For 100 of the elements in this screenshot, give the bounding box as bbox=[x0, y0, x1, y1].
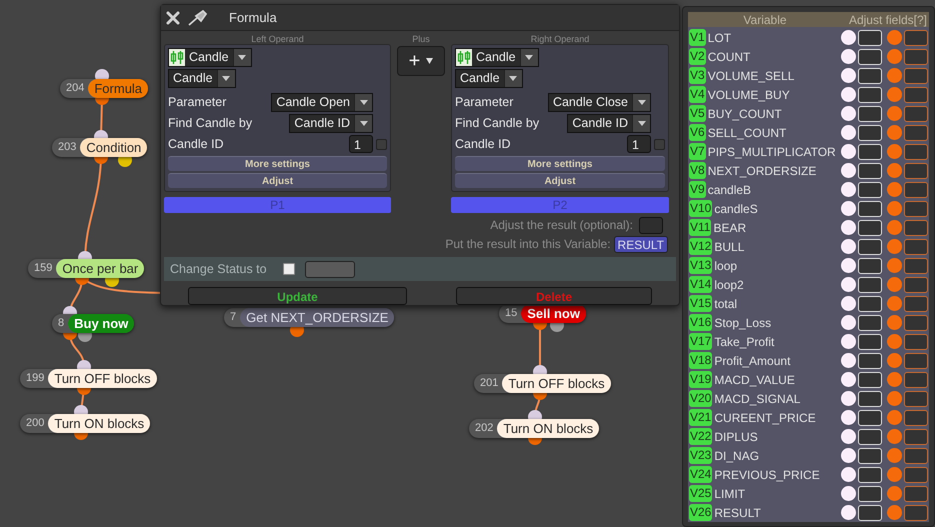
variable-name[interactable]: VOLUME_SELL bbox=[708, 66, 839, 84]
adjust-field[interactable] bbox=[904, 162, 928, 178]
adjust-field[interactable] bbox=[904, 504, 928, 520]
adjust-field[interactable] bbox=[904, 68, 928, 84]
variable-tag[interactable]: V24 bbox=[689, 466, 712, 483]
adjust-field[interactable] bbox=[904, 200, 928, 216]
variable-tag[interactable]: V5 bbox=[689, 105, 706, 122]
status-field[interactable] bbox=[304, 260, 355, 278]
node-label[interactable]: Condition bbox=[80, 138, 148, 157]
close-icon[interactable] bbox=[165, 10, 181, 26]
node-label[interactable]: Turn OFF blocks bbox=[502, 374, 611, 393]
variable-tag[interactable]: V16 bbox=[689, 314, 712, 331]
variable-tag[interactable]: V26 bbox=[689, 504, 712, 521]
result-variable-field[interactable]: RESULT bbox=[614, 236, 668, 252]
adjust-button[interactable]: Adjust bbox=[455, 172, 665, 188]
checkbox[interactable] bbox=[376, 138, 387, 150]
node-label[interactable]: Buy now bbox=[68, 314, 134, 333]
adjust-button[interactable]: Adjust bbox=[168, 172, 387, 188]
parameter-dropdown[interactable]: Candle Close bbox=[548, 93, 651, 112]
find-by-dropdown[interactable]: Candle ID bbox=[289, 114, 373, 133]
adjust-field[interactable] bbox=[904, 390, 928, 406]
node-label[interactable]: Get NEXT_ORDERSIZE bbox=[240, 308, 394, 327]
node-label[interactable]: Turn OFF blocks bbox=[48, 369, 157, 388]
variable-tag[interactable]: V1 bbox=[689, 29, 706, 46]
adjust-field[interactable] bbox=[904, 106, 928, 122]
node-label[interactable]: Turn ON blocks bbox=[48, 414, 150, 433]
type-dropdown[interactable]: Candle bbox=[455, 69, 523, 88]
variable-name[interactable]: Profit_Amount bbox=[714, 352, 839, 370]
variable-name[interactable]: CUREENT_PRICE bbox=[714, 408, 839, 426]
adjust-field[interactable] bbox=[904, 182, 928, 198]
more-settings-button[interactable]: More settings bbox=[168, 156, 387, 171]
checkbox[interactable] bbox=[282, 263, 295, 275]
variable-tag[interactable]: V12 bbox=[689, 238, 712, 255]
variable-tag[interactable]: V2 bbox=[689, 48, 706, 65]
variable-name[interactable]: RESULT bbox=[714, 504, 839, 522]
candle-id-field[interactable]: 1 bbox=[349, 135, 373, 154]
adjust-field[interactable] bbox=[904, 258, 928, 274]
variable-tag[interactable]: V6 bbox=[689, 124, 706, 141]
variable-tag[interactable]: V10 bbox=[689, 200, 712, 217]
variable-name[interactable]: PIPS_MULTIPLICATOR bbox=[708, 142, 839, 160]
adjust-field[interactable] bbox=[904, 428, 928, 444]
variable-name[interactable]: Take_Profit bbox=[714, 332, 839, 350]
adjust-field[interactable] bbox=[904, 124, 928, 140]
variable-tag[interactable]: V9 bbox=[689, 181, 706, 198]
variable-name[interactable]: BEAR bbox=[713, 218, 839, 236]
variable-tag[interactable]: V18 bbox=[689, 352, 712, 369]
variable-tag[interactable]: V23 bbox=[689, 447, 712, 464]
variable-name[interactable]: total bbox=[714, 294, 839, 312]
variable-name[interactable]: LIMIT bbox=[714, 484, 839, 502]
adjust-field[interactable] bbox=[904, 372, 928, 388]
find-by-dropdown[interactable]: Candle ID bbox=[567, 114, 651, 133]
variable-name[interactable]: loop bbox=[714, 256, 839, 274]
adjust-field[interactable] bbox=[904, 86, 928, 102]
variable-name[interactable]: loop2 bbox=[714, 276, 839, 294]
node-label[interactable]: Once per bar bbox=[56, 259, 144, 278]
variable-name[interactable]: candleB bbox=[708, 180, 839, 198]
variable-tag[interactable]: V8 bbox=[689, 162, 706, 179]
adjust-field[interactable] bbox=[904, 220, 928, 236]
source-dropdown[interactable]: Candle bbox=[455, 48, 539, 67]
adjust-result-field[interactable] bbox=[639, 216, 663, 234]
variable-tag[interactable]: V21 bbox=[689, 409, 712, 426]
adjust-field[interactable] bbox=[904, 296, 928, 312]
variable-tag[interactable]: V3 bbox=[689, 67, 706, 84]
variable-name[interactable]: DI_NAG bbox=[714, 446, 839, 464]
variable-name[interactable]: LOT bbox=[708, 28, 839, 46]
node-label[interactable]: Turn ON blocks bbox=[497, 419, 600, 438]
adjust-field[interactable] bbox=[904, 466, 928, 482]
variable-name[interactable]: SELL_COUNT bbox=[708, 124, 839, 142]
adjust-field[interactable] bbox=[904, 30, 928, 46]
adjust-field[interactable] bbox=[904, 410, 928, 426]
more-settings-button[interactable]: More settings bbox=[455, 156, 665, 171]
variable-name[interactable]: BULL bbox=[714, 238, 839, 256]
variable-name[interactable]: NEXT_ORDERSIZE bbox=[708, 162, 839, 180]
adjust-field[interactable] bbox=[904, 334, 928, 350]
adjust-field[interactable] bbox=[904, 48, 928, 64]
variable-tag[interactable]: V19 bbox=[689, 371, 712, 388]
variable-name[interactable]: VOLUME_BUY bbox=[708, 86, 839, 104]
variable-tag[interactable]: V11 bbox=[689, 219, 712, 236]
adjust-field[interactable] bbox=[904, 314, 928, 330]
pin-icon[interactable] bbox=[187, 10, 209, 26]
variable-tag[interactable]: V15 bbox=[689, 295, 712, 312]
adjust-field[interactable] bbox=[904, 276, 928, 292]
source-dropdown[interactable]: Candle bbox=[168, 48, 252, 67]
variable-tag[interactable]: V7 bbox=[689, 143, 706, 160]
operator-dropdown[interactable]: + bbox=[397, 46, 445, 76]
variable-tag[interactable]: V22 bbox=[689, 428, 712, 445]
adjust-field[interactable] bbox=[904, 486, 928, 502]
candle-id-field[interactable]: 1 bbox=[627, 135, 651, 154]
adjust-field[interactable] bbox=[904, 352, 928, 368]
variable-name[interactable]: MACD_SIGNAL bbox=[714, 390, 839, 408]
checkbox[interactable] bbox=[654, 138, 665, 150]
variable-tag[interactable]: V14 bbox=[689, 276, 712, 293]
adjust-field[interactable] bbox=[904, 144, 928, 160]
variable-name[interactable]: COUNT bbox=[708, 48, 839, 66]
variable-tag[interactable]: V17 bbox=[689, 333, 712, 350]
variable-name[interactable]: MACD_VALUE bbox=[714, 370, 839, 388]
variable-name[interactable]: PREVIOUS_PRICE bbox=[714, 466, 839, 484]
variable-tag[interactable]: V4 bbox=[689, 86, 706, 103]
variable-name[interactable]: Stop_Loss bbox=[714, 314, 839, 332]
variable-name[interactable]: DIPLUS bbox=[714, 428, 839, 446]
